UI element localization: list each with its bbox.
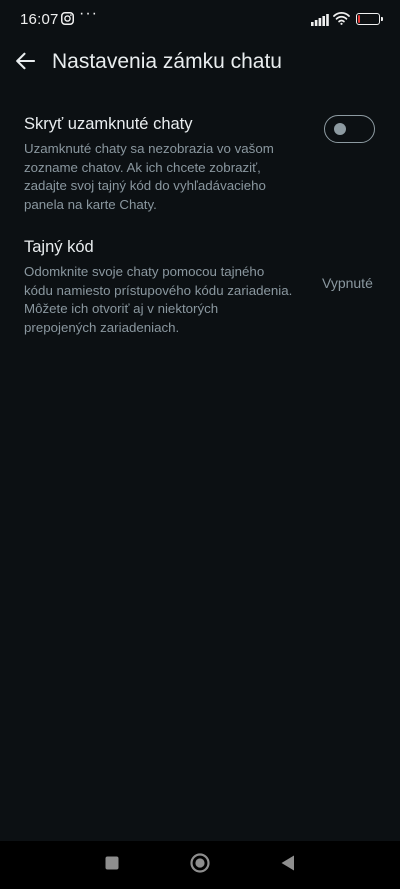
setting-title: Skryť uzamknuté chaty bbox=[24, 115, 193, 133]
arrow-left-icon bbox=[15, 52, 36, 75]
back-button[interactable] bbox=[10, 48, 40, 78]
status-time: 16:07 bbox=[20, 11, 59, 28]
secret-code-status: Vypnuté bbox=[322, 275, 373, 291]
home-circle-icon bbox=[189, 852, 211, 879]
signal-icon bbox=[311, 13, 329, 26]
setting-secret-code[interactable]: Tajný kód Odomknite svoje chaty pomocou … bbox=[0, 238, 400, 338]
setting-title: Tajný kód bbox=[24, 238, 94, 256]
more-notifications-icon: ··· bbox=[79, 5, 98, 22]
wifi-icon bbox=[333, 11, 350, 25]
toggle-knob bbox=[334, 122, 346, 135]
app-bar: Nastavenia zámku chatu bbox=[0, 38, 400, 88]
home-button[interactable] bbox=[188, 852, 212, 879]
setting-description: Odomknite svoje chaty pomocou tajného kó… bbox=[24, 264, 293, 335]
instagram-icon bbox=[61, 12, 74, 25]
hide-locked-chats-toggle[interactable] bbox=[324, 115, 375, 143]
screen: 16:07 ··· 13 Nastavenia zámku chatu Skry… bbox=[0, 0, 400, 889]
battery-percent: 13 bbox=[362, 14, 373, 24]
system-back-button[interactable] bbox=[276, 853, 300, 877]
status-bar: 16:07 ··· 13 bbox=[0, 0, 400, 38]
setting-hide-locked-chats[interactable]: Skryť uzamknuté chaty Uzamknuté chaty sa… bbox=[0, 115, 400, 215]
system-navigation-bar bbox=[0, 841, 400, 889]
back-triangle-icon bbox=[280, 854, 296, 877]
page-title: Nastavenia zámku chatu bbox=[52, 50, 282, 73]
battery-icon: 13 bbox=[356, 13, 383, 25]
recents-square-icon bbox=[104, 855, 120, 876]
setting-description: Uzamknuté chaty sa nezobrazia vo vašom z… bbox=[24, 141, 274, 212]
recents-button[interactable] bbox=[100, 853, 124, 877]
